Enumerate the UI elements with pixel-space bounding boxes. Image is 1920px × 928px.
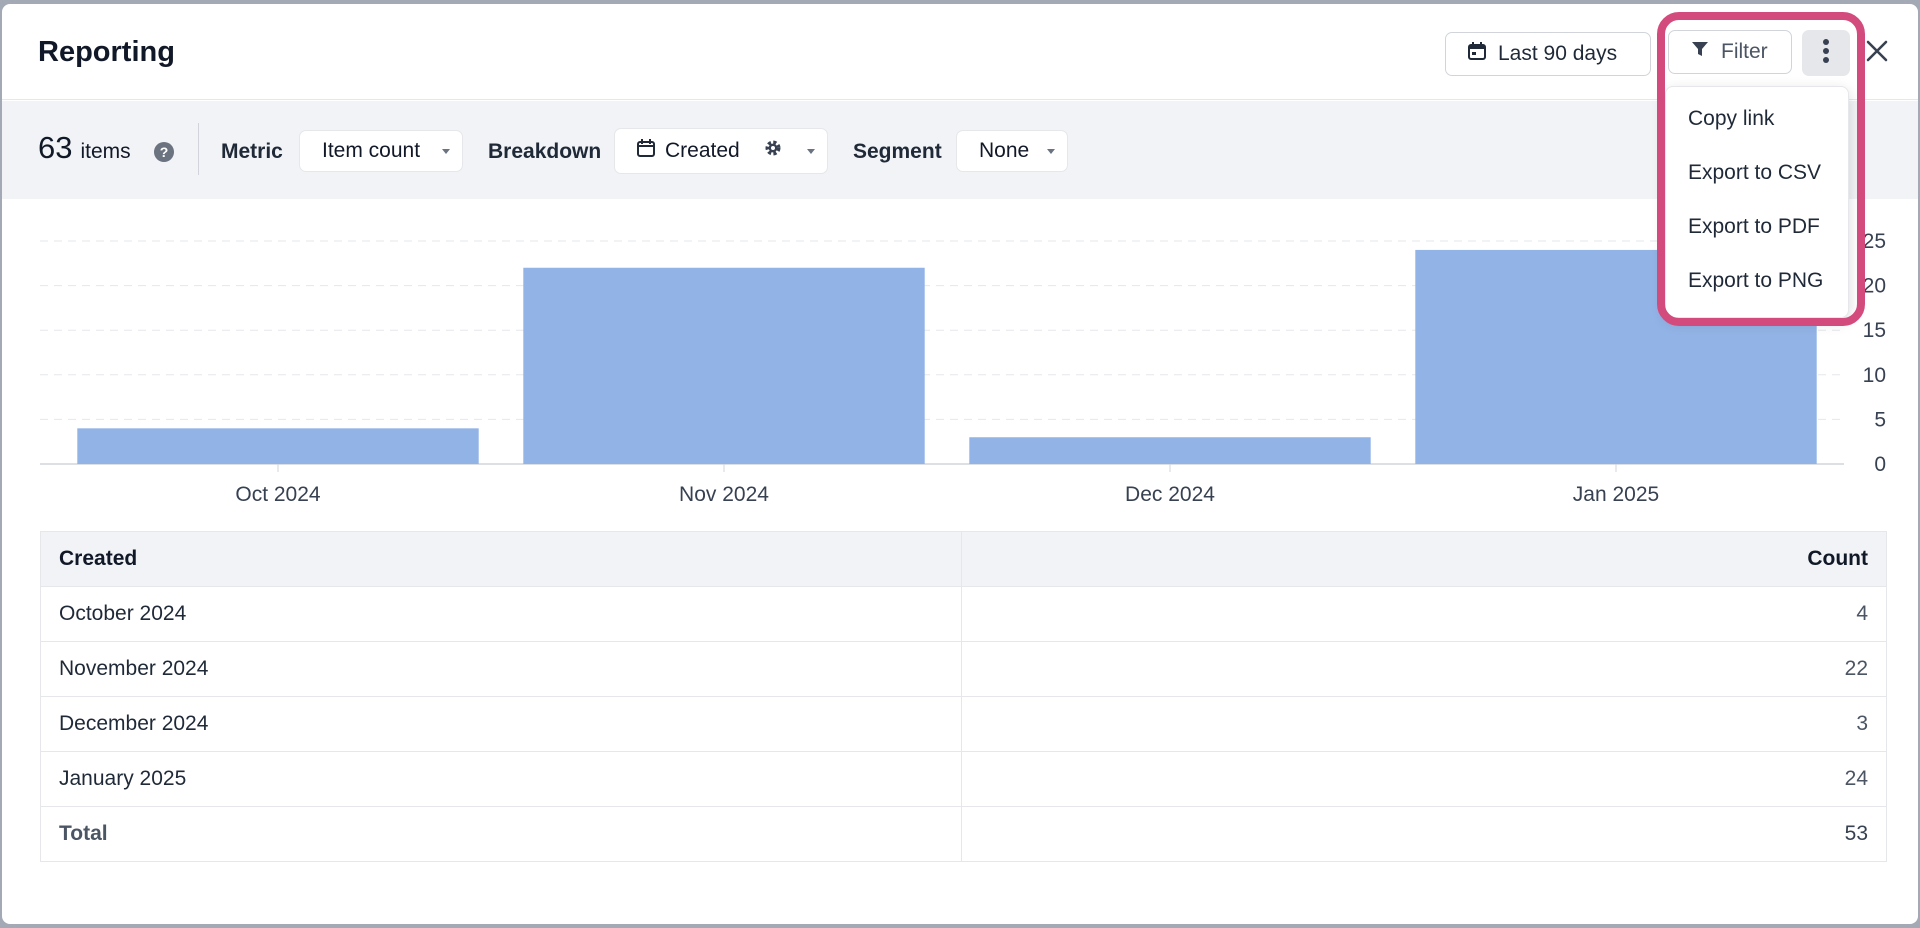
row-label: November 2024: [40, 641, 962, 697]
metric-value: Item count: [322, 139, 421, 162]
y-tick-label: 20: [1863, 275, 1886, 298]
row-count: 24: [961, 751, 1887, 807]
row-label: January 2025: [40, 751, 962, 807]
y-tick-label: 10: [1863, 364, 1886, 387]
item-count-number: 63: [38, 130, 73, 165]
toolbar-divider: [198, 123, 199, 175]
total-value: 53: [961, 806, 1887, 862]
chevron-down-icon: [1047, 149, 1055, 154]
table-row: January 2025 24: [40, 751, 1887, 807]
breakdown-value: Created: [665, 139, 740, 162]
column-header-count[interactable]: Count: [961, 531, 1887, 587]
chevron-down-icon: [807, 149, 815, 154]
page-title: Reporting: [38, 36, 175, 68]
row-label: December 2024: [40, 696, 962, 752]
segment-label: Segment: [853, 140, 942, 163]
more-options-button[interactable]: [1802, 30, 1850, 76]
metric-select[interactable]: Item count: [299, 130, 463, 172]
breakdown-label: Breakdown: [488, 140, 602, 163]
help-icon[interactable]: ?: [154, 142, 174, 162]
bar-chart: 0 5 10 15 20 25 Oct 2024 Nov 2024 Dec 2024 Jan 20…: [40, 230, 1886, 506]
chart-bar[interactable]: [523, 267, 925, 464]
chevron-down-icon: [442, 149, 450, 154]
report-table: Created Count October 2024 4 November 20…: [40, 531, 1887, 862]
column-header-created[interactable]: Created: [40, 531, 962, 587]
chart-bar[interactable]: [969, 437, 1371, 464]
item-count: 63 items: [38, 130, 131, 166]
x-tick-label: Oct 2024: [235, 483, 321, 506]
menu-item-export-csv[interactable]: Export to CSV: [1688, 161, 1821, 185]
item-count-unit: items: [80, 140, 131, 163]
menu-item-export-png[interactable]: Export to PNG: [1688, 269, 1823, 293]
y-tick-label: 15: [1863, 319, 1886, 342]
total-label: Total: [40, 806, 962, 862]
more-vertical-icon: [1822, 38, 1830, 69]
chart-bar[interactable]: [77, 428, 479, 464]
breakdown-select[interactable]: Created: [614, 128, 828, 174]
x-tick-label: Nov 2024: [679, 483, 769, 506]
metric-label: Metric: [221, 140, 283, 163]
modal-header: Reporting Last 90 days Filter: [2, 4, 1918, 100]
menu-item-copy-link[interactable]: Copy link: [1688, 107, 1774, 131]
x-tick-label: Jan 2025: [1573, 483, 1659, 506]
calendar-icon: [1468, 42, 1486, 66]
table-row: November 2024 22: [40, 641, 1887, 697]
row-count: 22: [961, 641, 1887, 697]
date-range-label: Last 90 days: [1498, 42, 1618, 65]
y-tick-label: 25: [1863, 230, 1886, 253]
calendar-icon: [637, 139, 655, 163]
segment-select[interactable]: None: [956, 130, 1068, 172]
y-tick-label: 0: [1874, 453, 1886, 476]
row-count: 4: [961, 586, 1887, 642]
filter-label: Filter: [1721, 40, 1768, 63]
reporting-modal: Reporting Last 90 days Filter 63 items ?: [2, 4, 1918, 924]
y-tick-label: 5: [1874, 408, 1886, 431]
filter-icon: [1691, 40, 1709, 64]
table-total-row: Total 53: [40, 806, 1887, 862]
table-row: December 2024 3: [40, 696, 1887, 752]
table-header-row: Created Count: [40, 531, 1887, 587]
close-icon[interactable]: [1864, 38, 1890, 64]
segment-value: None: [979, 139, 1030, 162]
date-range-button[interactable]: Last 90 days: [1445, 32, 1651, 76]
gear-icon[interactable]: [764, 139, 782, 163]
x-tick-label: Dec 2024: [1125, 483, 1215, 506]
more-options-menu: Copy link Export to CSV Export to PDF Ex…: [1665, 86, 1849, 318]
menu-item-export-pdf[interactable]: Export to PDF: [1688, 215, 1820, 239]
row-label: October 2024: [40, 586, 962, 642]
table-row: October 2024 4: [40, 586, 1887, 642]
row-count: 3: [961, 696, 1887, 752]
filter-button[interactable]: Filter: [1668, 30, 1792, 74]
